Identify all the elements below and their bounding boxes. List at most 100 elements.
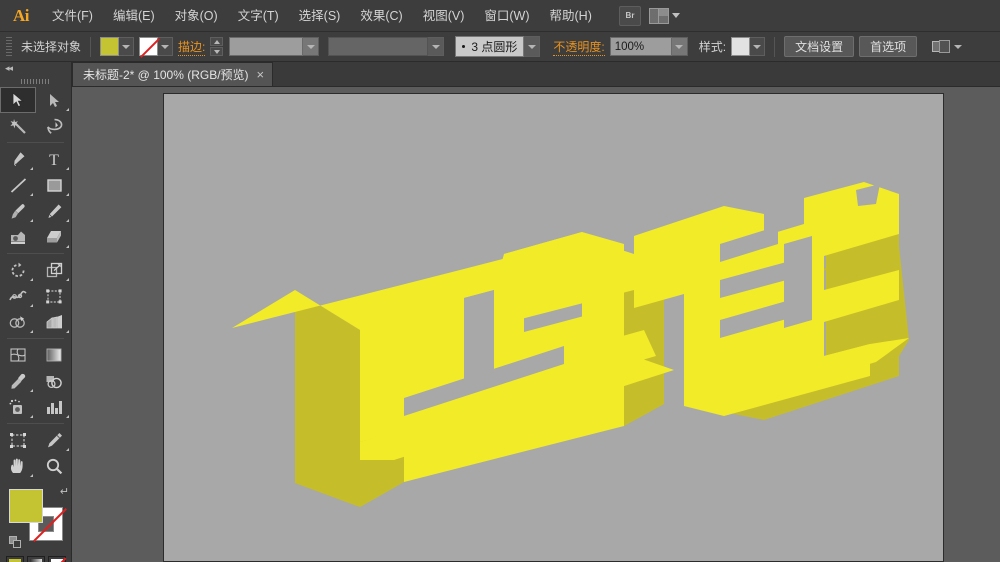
- 3d-extruded-chinese-text[interactable]: [164, 94, 945, 562]
- graphic-style-control[interactable]: [731, 37, 766, 56]
- brush-definition-group[interactable]: 3 点圆形: [455, 36, 541, 57]
- menu-edit[interactable]: 编辑(E): [103, 0, 165, 32]
- stroke-profile-dropdown-button[interactable]: [428, 37, 445, 56]
- direct-selection-tool[interactable]: [36, 87, 72, 113]
- graphic-style-dropdown-button[interactable]: [750, 37, 766, 56]
- rectangle-tool[interactable]: [36, 172, 72, 198]
- gradient-mode-button[interactable]: [26, 556, 45, 562]
- tool-submenu-indicator-icon: [66, 330, 69, 333]
- chevron-down-icon: [306, 44, 315, 49]
- line-segment-tool[interactable]: [0, 172, 36, 198]
- canvas-area[interactable]: [72, 87, 1000, 562]
- divider: [7, 142, 64, 143]
- arrange-documents-button[interactable]: [649, 7, 680, 24]
- magic-wand-tool[interactable]: [0, 113, 36, 139]
- slice-tool[interactable]: [36, 427, 72, 453]
- stroke-none-swatch[interactable]: [139, 37, 159, 56]
- tools-panel-header[interactable]: ◂◂: [0, 62, 71, 75]
- stroke-color-control[interactable]: [139, 37, 174, 56]
- stepper-down-button[interactable]: [210, 47, 224, 56]
- arrange-documents-icon: [649, 7, 669, 24]
- pencil-tool[interactable]: [36, 198, 72, 224]
- illustrator-window: Ai 文件(F) 编辑(E) 对象(O) 文字(T) 选择(S) 效果(C) 视…: [0, 0, 1000, 562]
- type-tool[interactable]: T: [36, 146, 72, 172]
- graphic-style-swatch[interactable]: [731, 37, 751, 56]
- blob-brush-tool[interactable]: [0, 224, 36, 250]
- opacity-field-group[interactable]: 100%: [609, 37, 688, 56]
- brush-definition-field[interactable]: 3 点圆形: [455, 36, 525, 57]
- fill-swatch[interactable]: [100, 37, 120, 56]
- tool-submenu-indicator-icon: [30, 167, 33, 170]
- eraser-tool[interactable]: [36, 224, 72, 250]
- menu-select[interactable]: 选择(S): [289, 0, 351, 32]
- artboard-tool[interactable]: [0, 427, 36, 453]
- symbol-sprayer-tool[interactable]: [0, 394, 36, 420]
- pen-tool[interactable]: [0, 146, 36, 172]
- menu-help[interactable]: 帮助(H): [540, 0, 602, 32]
- fill-stroke-proxy: ↵: [9, 485, 69, 553]
- tool-submenu-indicator-icon: [30, 304, 33, 307]
- selection-tool[interactable]: [0, 87, 36, 113]
- divider: [7, 253, 64, 254]
- tool-submenu-indicator-icon: [66, 108, 69, 111]
- preferences-button[interactable]: 首选项: [859, 36, 918, 57]
- brush-definition-dropdown-button[interactable]: [524, 36, 541, 57]
- stroke-profile-group[interactable]: [328, 37, 445, 56]
- free-transform-tool[interactable]: [36, 283, 72, 309]
- width-warp-tool[interactable]: [0, 283, 36, 309]
- mesh-tool[interactable]: [0, 342, 36, 368]
- gradient-tool[interactable]: [36, 342, 72, 368]
- stroke-weight-stepper[interactable]: [210, 37, 224, 56]
- opacity-field[interactable]: 100%: [609, 37, 672, 56]
- stroke-weight-dropdown-button[interactable]: [303, 37, 320, 56]
- none-mode-button[interactable]: [47, 556, 66, 562]
- stepper-up-button[interactable]: [210, 37, 224, 46]
- menu-window[interactable]: 窗口(W): [474, 0, 539, 32]
- stroke-profile-field[interactable]: [328, 37, 429, 56]
- perspective-grid-tool[interactable]: [36, 309, 72, 335]
- fill-proxy-swatch[interactable]: [9, 489, 43, 523]
- lasso-tool[interactable]: [36, 113, 72, 139]
- tool-submenu-indicator-icon: [66, 167, 69, 170]
- opacity-dropdown-button[interactable]: [671, 37, 688, 56]
- control-bar-gripper[interactable]: [6, 36, 12, 57]
- select-similar-button[interactable]: [932, 39, 963, 54]
- tools-panel-gripper[interactable]: [0, 75, 71, 87]
- stroke-dropdown-button[interactable]: [158, 37, 174, 56]
- tools-grid-3: [0, 257, 71, 335]
- tools-grid-4: [0, 342, 71, 420]
- chevron-down-icon: [431, 44, 440, 49]
- stroke-label[interactable]: 描边:: [178, 38, 206, 56]
- tool-submenu-indicator-icon: [30, 415, 33, 418]
- artboard[interactable]: [163, 93, 944, 562]
- menu-object[interactable]: 对象(O): [165, 0, 228, 32]
- close-icon[interactable]: ×: [257, 68, 265, 81]
- blend-tool[interactable]: [36, 368, 72, 394]
- menu-file[interactable]: 文件(F): [42, 0, 103, 32]
- fill-dropdown-button[interactable]: [119, 37, 135, 56]
- zoom-tool[interactable]: [36, 453, 72, 479]
- stroke-weight-field[interactable]: [229, 37, 304, 56]
- stroke-weight-field-group[interactable]: [229, 37, 320, 56]
- opacity-label[interactable]: 不透明度:: [553, 38, 605, 56]
- menu-effect[interactable]: 效果(C): [350, 0, 412, 32]
- fill-color-control[interactable]: [100, 37, 135, 56]
- default-fill-stroke-icon[interactable]: [9, 536, 22, 549]
- document-setup-button[interactable]: 文档设置: [784, 36, 855, 57]
- menu-view[interactable]: 视图(V): [413, 0, 475, 32]
- document-tab[interactable]: 未标题-2* @ 100% (RGB/预览) ×: [72, 62, 274, 86]
- swap-fill-stroke-icon[interactable]: ↵: [60, 485, 69, 498]
- column-graph-tool[interactable]: [36, 394, 72, 420]
- app-logo-icon: Ai: [13, 5, 30, 25]
- tool-submenu-indicator-icon: [30, 389, 33, 392]
- eyedropper-tool[interactable]: [0, 368, 36, 394]
- bridge-button[interactable]: Br: [619, 5, 641, 26]
- color-mode-button[interactable]: [5, 556, 24, 562]
- rotate-tool[interactable]: [0, 257, 36, 283]
- menu-type[interactable]: 文字(T): [228, 0, 289, 32]
- double-arrow-collapse-icon[interactable]: ◂◂: [5, 63, 13, 74]
- scale-tool[interactable]: [36, 257, 72, 283]
- paintbrush-tool[interactable]: [0, 198, 36, 224]
- hand-tool[interactable]: [0, 453, 36, 479]
- shape-builder-tool[interactable]: [0, 309, 36, 335]
